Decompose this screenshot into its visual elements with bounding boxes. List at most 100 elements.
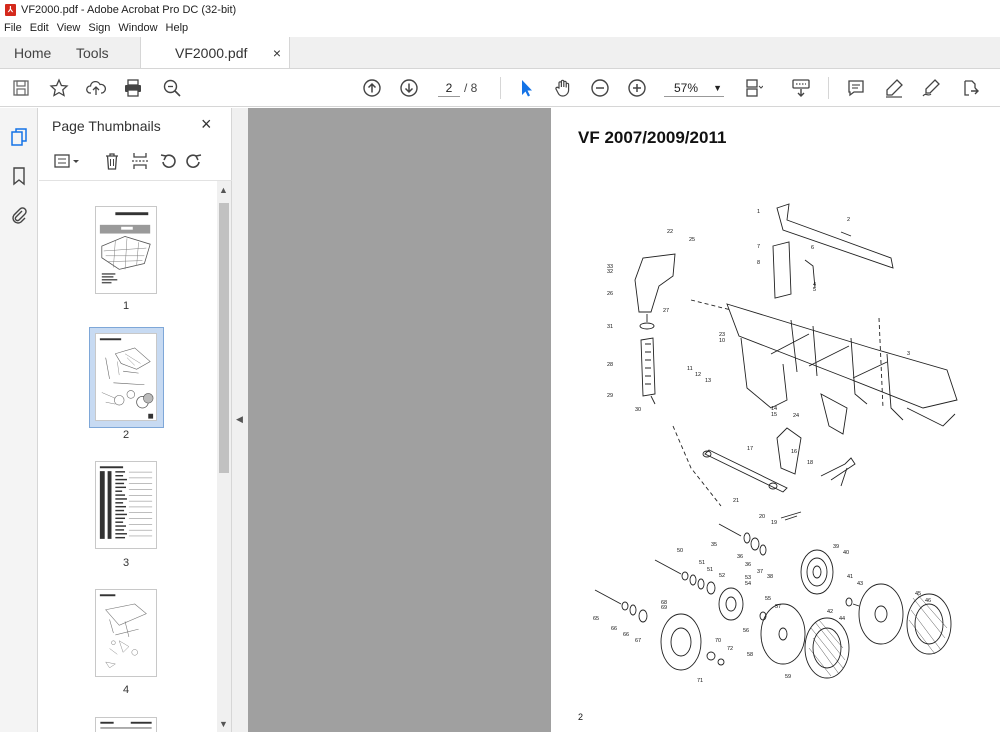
svg-text:51: 51 — [707, 567, 713, 573]
rotate-left-icon[interactable] — [157, 150, 179, 172]
menu-view[interactable]: View — [57, 22, 81, 34]
rotate-right-icon[interactable] — [183, 150, 205, 172]
svg-text:28: 28 — [607, 362, 613, 368]
svg-text:23: 23 — [719, 332, 725, 338]
thumbnail-page-5[interactable] — [95, 717, 157, 732]
svg-text:19: 19 — [771, 520, 777, 526]
tab-home[interactable]: Home — [0, 37, 62, 68]
tab-tools[interactable]: Tools — [62, 37, 140, 68]
menu-edit[interactable]: Edit — [30, 22, 49, 34]
page-number-input[interactable]: 2 — [438, 79, 460, 97]
svg-text:16: 16 — [791, 449, 797, 455]
print-icon[interactable] — [122, 77, 144, 99]
save-icon[interactable] — [10, 77, 32, 99]
svg-text:55: 55 — [765, 596, 771, 602]
zoom-out-icon[interactable] — [589, 77, 611, 99]
cloud-upload-icon[interactable] — [85, 77, 107, 99]
tab-document[interactable]: VF2000.pdf × — [140, 37, 290, 68]
highlight-pen-icon[interactable] — [883, 77, 905, 99]
main-toolbar: 2 / 8 57% ▼ — [0, 69, 1000, 107]
callout-labels: 123 456 7810 111213 141516 171819 202122… — [593, 209, 931, 684]
svg-text:20: 20 — [759, 514, 765, 520]
svg-text:50: 50 — [677, 548, 683, 554]
share-export-icon[interactable] — [958, 77, 980, 99]
navigation-rail — [0, 108, 38, 732]
svg-text:35: 35 — [711, 542, 717, 548]
thumbnail-page-1[interactable] — [95, 206, 157, 294]
next-page-icon[interactable] — [398, 77, 420, 99]
panel-title: Page Thumbnails — [52, 118, 161, 134]
acrobat-pdf-icon: ⅄ — [5, 3, 16, 16]
bookmarks-icon[interactable] — [9, 166, 29, 186]
svg-text:2: 2 — [847, 217, 850, 223]
svg-text:38: 38 — [767, 574, 773, 580]
delete-page-icon[interactable] — [101, 150, 123, 172]
zoom-level-select[interactable]: 57% ▼ — [664, 79, 724, 97]
thumbnail-page-3[interactable] — [95, 461, 157, 549]
attachments-icon[interactable] — [9, 205, 29, 225]
scroll-up-icon[interactable]: ▲ — [219, 185, 228, 195]
document-view[interactable]: VF 2007/2009/2011 1 2 3 4 5 6 7 8 10 11 … — [248, 108, 1000, 732]
svg-text:66: 66 — [611, 626, 617, 632]
svg-text:25: 25 — [689, 237, 695, 243]
svg-text:5: 5 — [813, 287, 816, 293]
tab-bar: Home Tools VF2000.pdf × — [0, 37, 1000, 69]
svg-text:67: 67 — [635, 638, 641, 644]
page-thumbnails-icon[interactable] — [9, 127, 29, 147]
bookmark-star-icon[interactable] — [48, 77, 70, 99]
panel-splitter[interactable]: ◀ — [232, 108, 248, 732]
svg-text:29: 29 — [607, 393, 613, 399]
svg-text:31: 31 — [607, 324, 613, 330]
thumbnail-label: 3 — [122, 557, 130, 569]
svg-text:45: 45 — [915, 591, 921, 597]
menu-help[interactable]: Help — [166, 22, 189, 34]
menu-file[interactable]: File — [4, 22, 22, 34]
title-bar: ⅄ VF2000.pdf - Adobe Acrobat Pro DC (32-… — [0, 0, 1000, 19]
close-icon[interactable]: × — [201, 114, 212, 135]
svg-text:72: 72 — [727, 646, 733, 652]
thumbnail-page-2[interactable] — [95, 333, 157, 421]
svg-text:22: 22 — [667, 229, 673, 235]
svg-text:6: 6 — [811, 245, 814, 251]
zoom-in-icon[interactable] — [626, 77, 648, 99]
svg-text:24: 24 — [793, 413, 799, 419]
select-cursor-icon[interactable] — [515, 77, 537, 99]
zoom-search-icon[interactable] — [161, 77, 183, 99]
svg-text:13: 13 — [705, 378, 711, 384]
previous-page-icon[interactable] — [361, 77, 383, 99]
thumbnail-scrollbar[interactable]: ▲ ▼ — [217, 181, 231, 732]
window-title: VF2000.pdf - Adobe Acrobat Pro DC (32-bi… — [21, 3, 237, 16]
page-fit-icon[interactable] — [742, 77, 764, 99]
keyboard-scroll-icon[interactable] — [790, 77, 812, 99]
svg-text:43: 43 — [857, 581, 863, 587]
thumbnail-options-icon[interactable] — [51, 150, 83, 172]
menu-window[interactable]: Window — [118, 22, 157, 34]
chevron-down-icon: ▼ — [713, 83, 722, 93]
svg-text:33: 33 — [607, 264, 613, 270]
svg-text:1: 1 — [757, 209, 760, 215]
comment-icon[interactable] — [845, 77, 867, 99]
svg-text:56: 56 — [743, 628, 749, 634]
svg-text:21: 21 — [733, 498, 739, 504]
svg-text:30: 30 — [635, 407, 641, 413]
menu-bar: File Edit View Sign Window Help — [0, 19, 1000, 37]
insert-page-icon[interactable] — [129, 150, 151, 172]
sign-pen-icon[interactable] — [920, 77, 942, 99]
zoom-level-value: 57% — [674, 81, 699, 95]
svg-text:58: 58 — [747, 652, 753, 658]
thumbnail-page-4[interactable] — [95, 589, 157, 677]
scroll-down-icon[interactable]: ▼ — [219, 719, 228, 729]
svg-text:46: 46 — [925, 598, 931, 604]
svg-text:15: 15 — [771, 412, 777, 418]
thumbnail-label: 4 — [122, 684, 130, 696]
svg-text:69: 69 — [661, 605, 667, 611]
scroll-thumb[interactable] — [219, 203, 229, 473]
collapse-panel-icon[interactable]: ◀ — [236, 414, 243, 425]
svg-text:11: 11 — [687, 366, 693, 372]
tab-close-icon[interactable]: × — [273, 45, 281, 61]
hand-tool-icon[interactable] — [552, 77, 574, 99]
svg-text:59: 59 — [785, 674, 791, 680]
menu-sign[interactable]: Sign — [88, 22, 110, 34]
svg-text:12: 12 — [695, 372, 701, 378]
svg-text:44: 44 — [839, 616, 845, 622]
